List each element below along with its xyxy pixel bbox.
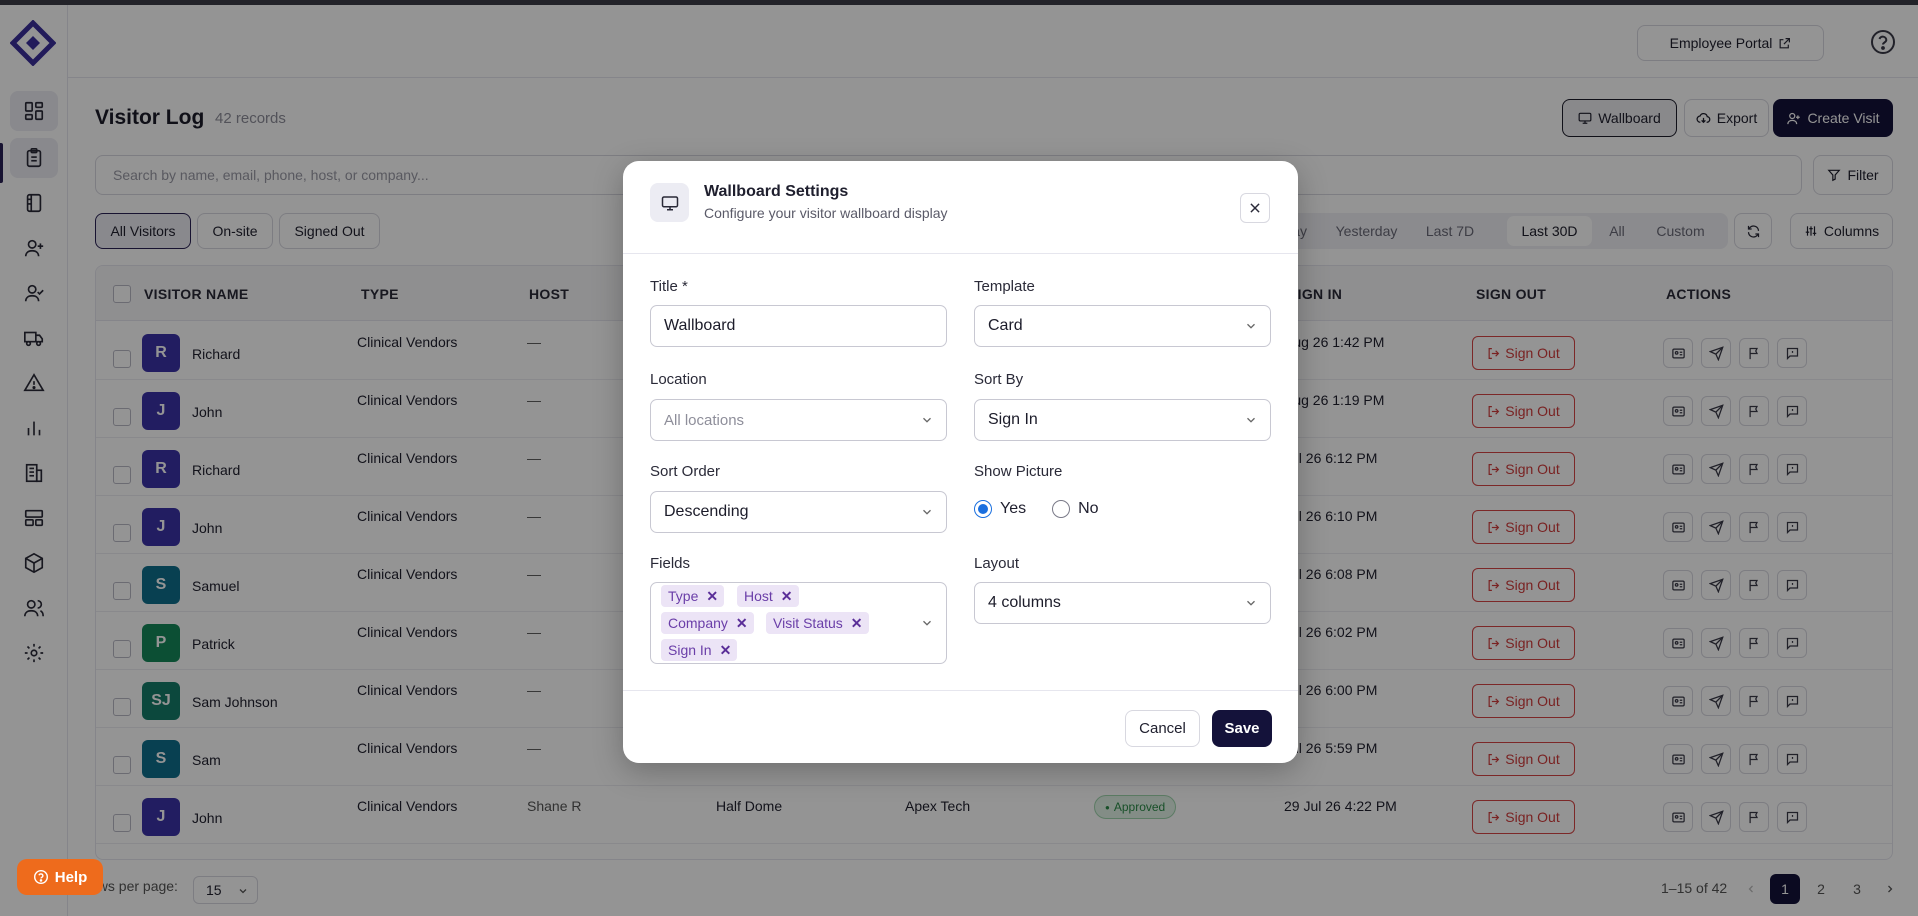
sort-order-value: Descending — [664, 503, 749, 520]
monitor-icon — [661, 195, 678, 210]
modal-monitor-icon-box — [650, 183, 689, 222]
chevron-down-icon — [923, 509, 931, 515]
sort-by-field-label: Sort By — [974, 371, 1024, 388]
wallboard-settings-dialog: Wallboard Settings Configure your visito… — [623, 161, 1298, 763]
template-field-label: Template — [974, 278, 1035, 295]
modal-subtitle: Configure your visitor wallboard display — [704, 205, 948, 221]
fields-field-label: Fields — [650, 555, 691, 572]
show-picture-no-label[interactable]: No — [1078, 500, 1098, 518]
field-tag-sign-in: Sign In ✕ — [661, 639, 738, 661]
field-tag-label: Host — [744, 588, 773, 604]
chevron-down-icon — [1247, 323, 1255, 329]
cancel-button[interactable]: Cancel — [1125, 710, 1200, 747]
title-input[interactable]: Wallboard — [650, 305, 947, 347]
template-value: Card — [988, 317, 1023, 334]
fields-multiselect[interactable]: Type ✕ Host ✕ Company ✕ Visit Status ✕ Sign … — [650, 582, 947, 664]
field-tag-company: Company ✕ — [661, 612, 754, 634]
save-button[interactable]: Save — [1212, 710, 1272, 747]
help-circle-icon — [33, 870, 48, 884]
title-field-label: Title * — [650, 278, 688, 295]
chevron-down-icon — [923, 417, 931, 423]
show-picture-radio-group: Yes No — [974, 500, 1099, 518]
remove-tag-icon[interactable]: ✕ — [706, 588, 718, 605]
close-icon — [1250, 203, 1260, 213]
field-tag-type: Type ✕ — [661, 585, 725, 607]
help-button[interactable]: Help — [17, 859, 103, 895]
remove-tag-icon[interactable]: ✕ — [781, 588, 793, 605]
template-select[interactable]: Card — [974, 305, 1271, 347]
sort-by-value: Sign In — [988, 411, 1038, 428]
modal-header-divider — [623, 253, 1298, 254]
show-picture-no-radio[interactable] — [1052, 500, 1071, 518]
layout-select[interactable]: 4 columns — [974, 582, 1271, 624]
show-picture-field-label: Show Picture — [974, 463, 1063, 480]
field-tag-label: Company — [668, 615, 728, 631]
layout-value: 4 columns — [988, 594, 1061, 611]
remove-tag-icon[interactable]: ✕ — [720, 642, 732, 659]
remove-tag-icon[interactable]: ✕ — [851, 615, 863, 632]
location-select[interactable]: All locations — [650, 399, 947, 441]
sort-order-field-label: Sort Order — [650, 463, 721, 480]
location-field-label: Location — [650, 371, 707, 388]
sort-by-select[interactable]: Sign In — [974, 399, 1271, 441]
modal-footer-divider — [623, 690, 1298, 691]
layout-field-label: Layout — [974, 555, 1020, 572]
chevron-down-icon — [1247, 417, 1255, 423]
field-tag-host: Host ✕ — [737, 585, 799, 607]
sort-order-select[interactable]: Descending — [650, 491, 947, 533]
field-tag-label: Visit Status — [773, 615, 843, 631]
close-button[interactable] — [1240, 193, 1270, 223]
remove-tag-icon[interactable]: ✕ — [736, 615, 748, 632]
show-picture-yes-label[interactable]: Yes — [1000, 500, 1026, 518]
field-tag-visit-status: Visit Status ✕ — [766, 612, 869, 634]
show-picture-yes-radio[interactable] — [974, 500, 992, 518]
help-label: Help — [54, 868, 88, 886]
modal-title: Wallboard Settings — [704, 183, 849, 200]
location-placeholder: All locations — [664, 411, 745, 429]
field-tag-label: Sign In — [668, 642, 712, 658]
field-tag-label: Type — [668, 588, 699, 604]
chevron-down-icon — [1247, 600, 1255, 606]
chevron-down-icon — [923, 620, 931, 626]
